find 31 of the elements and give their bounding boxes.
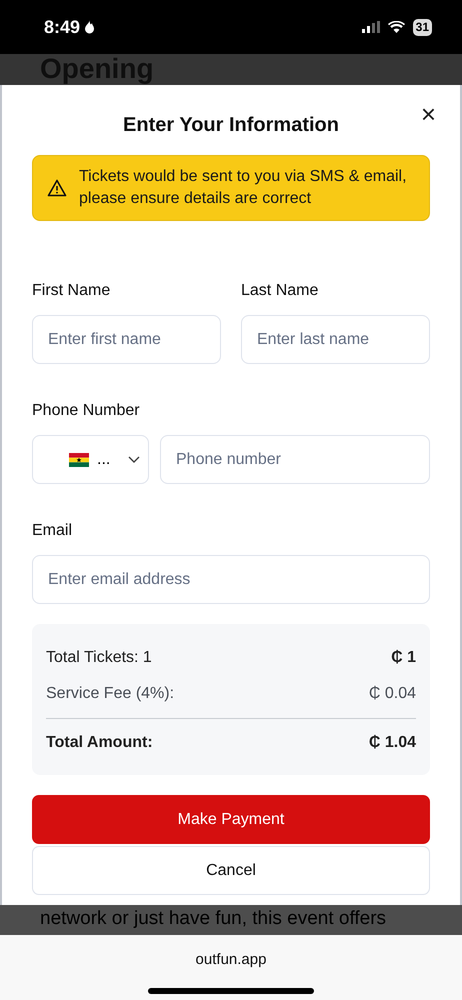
modal-title: Enter Your Information <box>123 113 339 137</box>
summary-label: Total Tickets: 1 <box>46 648 152 668</box>
battery-icon: 31 <box>412 18 432 36</box>
home-indicator[interactable] <box>148 988 314 994</box>
summary-value: ₵ 1 <box>391 648 416 668</box>
flame-icon <box>84 20 96 34</box>
field-label: Last Name <box>241 281 320 301</box>
page-text: network or just have fun, this event offers <box>40 907 388 931</box>
summary-value: ₵ 0.04 <box>368 684 416 704</box>
wifi-icon <box>388 21 405 33</box>
clock-time: 8:49 <box>44 16 80 38</box>
cancel-button[interactable]: Cancel <box>32 846 430 895</box>
url-text[interactable]: outfun.app <box>196 949 266 972</box>
country-select[interactable]: ... <box>32 435 149 484</box>
flag-icon <box>69 452 89 466</box>
close-button[interactable]: × <box>416 101 440 127</box>
phone-field[interactable]: Phone number <box>160 435 430 484</box>
summary-label: Total Amount: <box>46 733 153 753</box>
field-label: First Name <box>32 281 112 301</box>
warning-icon <box>47 179 67 197</box>
summary-value: ₵ 1.04 <box>368 733 416 753</box>
field-label: Email <box>32 521 74 541</box>
input-field[interactable]: Enter first name <box>32 315 221 364</box>
caret-icon <box>128 456 140 463</box>
email-field[interactable]: Enter email address <box>32 555 430 604</box>
input-field[interactable]: Enter last name <box>241 315 430 364</box>
payment-button[interactable]: Make Payment <box>32 795 430 844</box>
alert-message: Tickets would be sent to you via SMS & email, please ensure details are correct <box>79 167 408 209</box>
summary-label: Service Fee (4%): <box>46 684 174 704</box>
signal-icon <box>362 21 380 33</box>
field-label: Phone Number <box>32 401 141 421</box>
